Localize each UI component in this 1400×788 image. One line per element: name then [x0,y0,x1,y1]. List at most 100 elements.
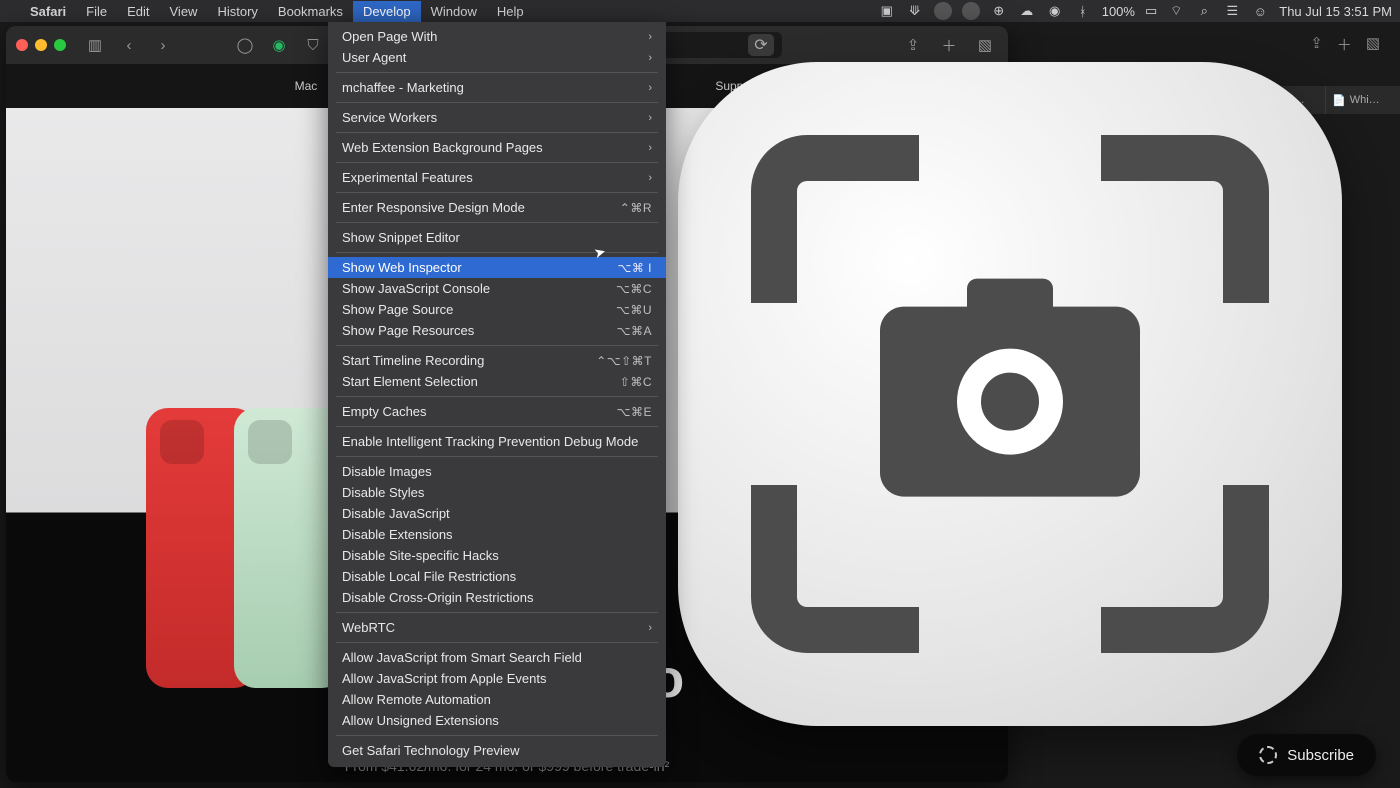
menu-item[interactable]: Empty Caches⌥⌘E [328,401,666,422]
user-icon[interactable]: ☺ [1251,2,1269,20]
menu-item[interactable]: Disable Styles [328,482,666,503]
status-plus-icon[interactable]: ⊕ [990,2,1008,20]
menu-item[interactable]: Disable Images [328,461,666,482]
nav-item-mac[interactable]: Mac [295,79,318,93]
menubar-item-view[interactable]: View [160,1,208,22]
menubar-item-window[interactable]: Window [421,1,487,22]
close-window-button[interactable] [16,39,28,51]
menu-item[interactable]: Allow JavaScript from Smart Search Field [328,647,666,668]
subscribe-label: Subscribe [1287,747,1354,764]
menu-item-label: Allow JavaScript from Smart Search Field [342,650,582,665]
subscribe-button[interactable]: Subscribe [1237,734,1376,776]
chevron-right-icon: › [648,52,652,64]
menu-item[interactable]: Show Page Source⌥⌘U [328,299,666,320]
cloud-icon[interactable]: ☁ [1018,2,1036,20]
menu-item[interactable]: Allow Remote Automation [328,689,666,710]
new-tab-icon[interactable]: ＋ [1337,34,1352,55]
menu-item[interactable]: mchaffee - Marketing› [328,77,666,98]
menubar-item-bookmarks[interactable]: Bookmarks [268,1,353,22]
menu-item[interactable]: Open Page With › [328,26,666,47]
zoom-window-button[interactable] [54,39,66,51]
menu-item-label: Show Web Inspector [342,260,462,275]
status-circle-icon[interactable] [934,2,952,20]
menu-item[interactable]: Show Web Inspector ⌥⌘ I [328,257,666,278]
minimize-window-button[interactable] [35,39,47,51]
menu-item[interactable]: Allow JavaScript from Apple Events [328,668,666,689]
menubar-item-edit[interactable]: Edit [117,1,159,22]
bluetooth-icon[interactable]: ᚼ [1074,2,1092,20]
menu-item[interactable]: Enter Responsive Design Mode⌃⌘R [328,197,666,218]
forward-button[interactable]: › [150,34,176,56]
camera-icon [880,307,1140,497]
extension-icon[interactable]: ◉ [266,34,292,56]
chevron-right-icon: › [648,82,652,94]
chevron-right-icon: › [648,142,652,154]
battery-percent: 100% [1102,4,1135,19]
wifi-icon[interactable]: ⌔ [1167,2,1185,20]
menu-item-label: Disable Site-specific Hacks [342,548,499,563]
new-tab-icon[interactable]: ＋ [936,34,962,56]
chevron-right-icon: › [648,31,652,43]
menu-item[interactable]: Disable Extensions [328,524,666,545]
menu-item[interactable]: Service Workers › [328,107,666,128]
menu-item[interactable]: Web Extension Background Pages› [328,137,666,158]
menu-item[interactable]: Start Element Selection⇧⌘C [328,371,666,392]
menu-item[interactable]: Show Page Resources ⌥⌘A [328,320,666,341]
chevron-right-icon: › [648,112,652,124]
menu-item-label: Show Snippet Editor [342,230,460,245]
menu-item-label: Disable Local File Restrictions [342,569,516,584]
tabs-overview-icon[interactable]: ▧ [1366,34,1380,55]
privacy-report-icon[interactable]: ◯ [232,34,258,56]
reload-button[interactable]: ⟳ [748,34,774,56]
menubar-item-help[interactable]: Help [487,1,534,22]
menu-item[interactable]: Experimental Features› [328,167,666,188]
menubar-item-history[interactable]: History [207,1,267,22]
menu-item-shortcut: ⌃⌘R [620,201,652,215]
menu-item[interactable]: Enable Intelligent Tracking Prevention D… [328,431,666,452]
menu-item[interactable]: Show Snippet Editor [328,227,666,248]
menu-item-label: WebRTC [342,620,395,635]
share-icon[interactable]: ⇪ [900,34,926,56]
menu-item-label: Start Timeline Recording [342,353,484,368]
menu-item-label: Experimental Features [342,170,473,185]
menubar-item-develop[interactable]: Develop [353,1,421,22]
spotlight-icon[interactable]: ⌕ [1195,2,1213,20]
macos-menubar: Safari FileEditViewHistoryBookmarksDevel… [0,0,1400,22]
status-icon[interactable]: ▣ [878,2,896,20]
dropbox-icon[interactable]: ⟱ [906,2,924,20]
shield-icon[interactable]: ⛉ [300,34,326,56]
menu-item[interactable]: Disable Cross-Origin Restrictions [328,587,666,608]
menu-item[interactable]: Get Safari Technology Preview [328,740,666,761]
status-circle-icon[interactable] [962,2,980,20]
menu-item[interactable]: Start Timeline Recording⌃⌥⇧⌘T [328,350,666,371]
menu-item[interactable]: Disable JavaScript [328,503,666,524]
menubar-app-name[interactable]: Safari [20,1,76,22]
menubar-item-file[interactable]: File [76,1,117,22]
menu-item[interactable]: WebRTC› [328,617,666,638]
menu-item[interactable]: Disable Local File Restrictions [328,566,666,587]
menu-item-label: Disable Cross-Origin Restrictions [342,590,533,605]
menu-item-label: Allow JavaScript from Apple Events [342,671,546,686]
subscribe-ring-icon [1259,746,1277,764]
menu-item-label: Service Workers [342,110,437,125]
menubar-status-area: ▣ ⟱ ⊕ ☁ ◉ ᚼ 100% ▭ ⌔ ⌕ ☰ ☺ Thu Jul 15 3:… [878,2,1392,20]
menu-item[interactable]: User Agent› [328,47,666,68]
menu-item-label: Allow Remote Automation [342,692,491,707]
sidebar-toggle-icon[interactable]: ▥ [82,34,108,56]
menu-item[interactable]: Disable Site-specific Hacks [328,545,666,566]
menubar-datetime[interactable]: Thu Jul 15 3:51 PM [1279,4,1392,19]
menu-item-shortcut: ⌥⌘E [617,405,652,419]
menu-item-label: Show Page Source [342,302,453,317]
menu-item-shortcut: ⌥⌘ I [618,261,653,275]
menu-item-shortcut: ⌥⌘A [617,324,652,338]
status-dot-icon[interactable]: ◉ [1046,2,1064,20]
menu-item-label: Open Page With [342,29,437,44]
menu-item[interactable]: Allow Unsigned Extensions [328,710,666,731]
menu-item[interactable]: Show JavaScript Console⌥⌘C [328,278,666,299]
viewfinder-corner-icon [751,135,919,303]
tabs-overview-icon[interactable]: ▧ [972,34,998,56]
back-button[interactable]: ‹ [116,34,142,56]
menu-item-label: Show Page Resources [342,323,474,338]
control-center-icon[interactable]: ☰ [1223,2,1241,20]
share-icon[interactable]: ⇪ [1310,34,1323,55]
